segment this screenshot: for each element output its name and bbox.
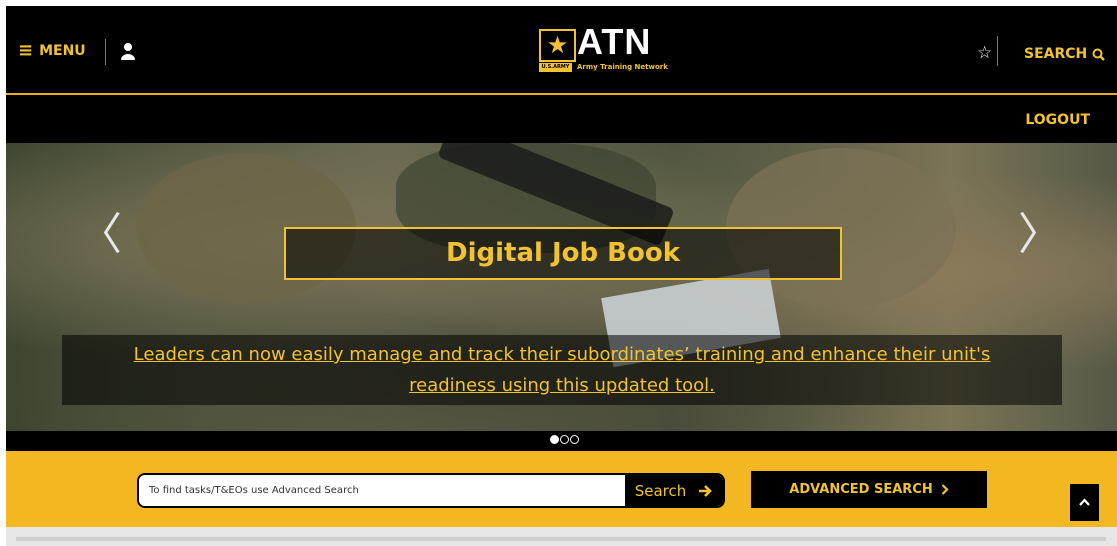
menu-divider	[105, 39, 106, 65]
carousel-next-arrow-icon[interactable]: 〉	[1018, 198, 1062, 262]
atn-logo[interactable]: ★ ATN U.S.ARMY Army Training Network	[539, 21, 669, 79]
page-bottom-strip	[6, 527, 1117, 546]
logo-subtitle: Army Training Network	[577, 63, 668, 71]
carousel-dot-2[interactable]	[560, 435, 569, 444]
carousel-dot-1[interactable]	[550, 435, 559, 444]
hero-description-line-1: Leaders can now easily manage and track …	[133, 344, 991, 365]
hero-description-link[interactable]: Leaders can now easily manage and track …	[62, 335, 1062, 401]
logo-text: ATN	[577, 21, 652, 62]
advanced-search-button[interactable]: ADVANCED SEARCH	[751, 471, 987, 508]
carousel-dots	[550, 435, 579, 444]
scroll-track	[16, 537, 1106, 541]
hero-description-line-2: readiness using this updated tool.	[409, 375, 715, 396]
hamburger-icon: ≡	[18, 40, 34, 61]
magnifier-icon	[1092, 48, 1106, 61]
carousel-prev-arrow-icon[interactable]: 〈	[78, 198, 122, 262]
chevron-up-icon	[1079, 498, 1090, 506]
top-navigation-bar: ≡ MENU ★ ATN U.S.ARMY Army Training Netw…	[6, 6, 1117, 93]
search-divider	[997, 36, 998, 66]
carousel-dot-3[interactable]	[570, 435, 579, 444]
account-bar: LOGOUT	[6, 95, 1117, 143]
menu-label: MENU	[39, 43, 86, 59]
advanced-search-label: ADVANCED SEARCH	[789, 482, 933, 497]
logo-badge: U.S.ARMY	[539, 63, 572, 72]
search-input[interactable]	[139, 475, 625, 506]
hero-description-panel: Leaders can now easily manage and track …	[62, 335, 1062, 405]
arrow-right-icon	[699, 484, 713, 497]
header-search-button[interactable]: SEARCH	[1024, 46, 1106, 62]
army-star-icon: ★	[539, 29, 576, 62]
hero-carousel: 〈 〉 Digital Job Book Leaders can now eas…	[6, 143, 1117, 431]
header-search-label: SEARCH	[1024, 46, 1088, 62]
search-box: Search	[137, 473, 725, 508]
favorite-star-icon[interactable]: ☆	[977, 43, 992, 63]
menu-button[interactable]: ≡ MENU	[18, 40, 86, 61]
logout-link[interactable]: LOGOUT	[1025, 112, 1090, 128]
chevron-right-icon	[941, 484, 949, 495]
search-bar-section: Search ADVANCED SEARCH	[6, 451, 1117, 527]
search-button-label: Search	[634, 481, 687, 500]
hero-title-link[interactable]: Digital Job Book	[284, 227, 842, 280]
scroll-to-top-button[interactable]	[1070, 484, 1099, 521]
search-button[interactable]: Search	[625, 475, 723, 506]
user-icon[interactable]	[120, 42, 136, 60]
carousel-indicator-bar	[6, 431, 1117, 451]
